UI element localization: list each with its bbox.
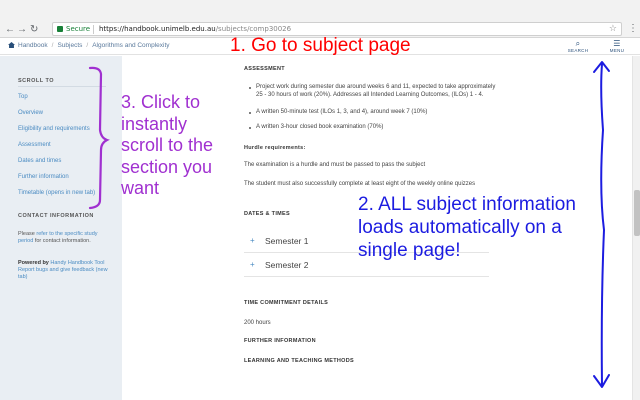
secure-label: Secure [66, 25, 91, 33]
expand-plus-icon: + [250, 260, 255, 269]
address-divider [93, 25, 94, 34]
assessment-item: A written 3-hour closed book examination… [249, 124, 502, 132]
home-icon[interactable] [8, 42, 15, 48]
powered-by-text: Powered by Handy Handbook Tool Report bug… [18, 260, 114, 281]
search-button[interactable]: ⌕ SEARCH [565, 39, 591, 54]
contact-post: for contact information. [33, 238, 91, 244]
dates-heading: DATES & TIMES [244, 211, 290, 217]
url-path: /subjects/comp30026 [215, 25, 292, 33]
menu-icon: ☰ [613, 39, 621, 48]
reload-icon[interactable]: ↻ [30, 25, 38, 35]
search-icon: ⌕ [575, 39, 581, 48]
further-info-heading: FURTHER INFORMATION [244, 338, 316, 344]
annotation-step-2: 2. ALL subject information loads automat… [358, 194, 576, 262]
powered-link[interactable]: Handy Handbook Tool [50, 260, 104, 266]
annotation-step-2-line: loads automatically on a [358, 216, 562, 238]
annotation-step-3-line: section you [121, 156, 213, 177]
breadcrumb-separator: / [51, 42, 54, 49]
expand-plus-icon: + [250, 236, 255, 245]
annotation-step-3-line: 3. Click to [121, 92, 201, 112]
annotation-step-2-line: single page! [358, 239, 461, 261]
contact-text: Please refer to the specific study perio… [18, 231, 114, 245]
breadcrumb-current: Algorithms and Complexity [92, 42, 170, 49]
browser-menu-icon[interactable]: ⋮ [628, 23, 638, 34]
sidebar-link-assessment[interactable]: Assessment [18, 142, 51, 148]
sidebar-link-top[interactable]: Top [18, 94, 28, 100]
learning-methods-heading: LEARNING AND TEACHING METHODS [244, 358, 354, 364]
menu-button[interactable]: ☰ MENU [604, 39, 630, 54]
menu-label: MENU [609, 48, 625, 53]
sidebar-link-dates[interactable]: Dates and times [18, 158, 61, 164]
assessment-item: A written 50-minute test (ILOs 1, 3, and… [249, 109, 502, 117]
browser-toolbar: ← → ↻ Secure https://handbook.unimelb.ed… [0, 0, 640, 38]
breadcrumb-separator: / [86, 42, 89, 49]
assessment-item: Project work during semester due around … [249, 84, 502, 99]
semester-label: Semester 2 [265, 260, 309, 270]
page-scrollbar[interactable] [632, 56, 640, 400]
powered-pre: Powered by [18, 260, 51, 266]
semester-label: Semester 1 [265, 236, 309, 246]
url-host: https://handbook.unimelb.edu.au [99, 25, 216, 33]
breadcrumb-subjects[interactable]: Subjects [57, 42, 82, 49]
sidebar-link-overview[interactable]: Overview [18, 110, 43, 116]
report-bugs-link[interactable]: Report bugs and give feedback (new tab) [18, 267, 108, 280]
bookmark-star-icon[interactable]: ☆ [609, 23, 617, 35]
lock-icon [57, 26, 63, 32]
sidebar-link-further-info[interactable]: Further information [18, 174, 69, 180]
back-icon[interactable]: ← [5, 25, 15, 35]
annotation-step-1: 1. Go to subject page [230, 35, 411, 56]
breadcrumb: Handbook / Subjects / Algorithms and Complex… [8, 42, 170, 49]
breadcrumb-handbook[interactable]: Handbook [18, 42, 48, 49]
annotation-step-2-line: 2. ALL subject information [358, 194, 576, 215]
scroll-to-title: SCROLL TO [18, 78, 55, 84]
annotation-step-3-line: scroll to the [121, 135, 214, 156]
time-commitment-value: 200 hours [244, 320, 271, 326]
annotation-step-3-line: instantly [121, 113, 188, 134]
annotation-step-3-line: want [121, 178, 160, 199]
scrollbar-thumb[interactable] [634, 190, 640, 236]
contact-pre: Please [18, 231, 37, 237]
sidebar-link-timetable[interactable]: Timetable (opens in new tab) [18, 190, 95, 196]
forward-icon[interactable]: → [17, 25, 27, 35]
annotation-step-3: 3. Click to instantly scroll to the sect… [121, 92, 213, 200]
hurdle-text: The student must also successfully compl… [244, 181, 476, 187]
hurdle-text: The examination is a hurdle and must be … [244, 162, 426, 168]
hurdle-heading: Hurdle requirements: [244, 145, 306, 151]
address-bar[interactable]: Secure https://handbook.unimelb.edu.au/s… [52, 22, 622, 36]
time-commitment-heading: TIME COMMITMENT DETAILS [244, 300, 329, 306]
sidebar-link-eligibility[interactable]: Eligibility and requirements [18, 126, 90, 132]
url-text[interactable]: https://handbook.unimelb.edu.au/subjects… [99, 23, 291, 35]
contact-title: CONTACT INFORMATION [18, 213, 94, 219]
sidebar-divider [18, 86, 106, 87]
assessment-heading: ASSESSMENT [244, 66, 285, 72]
sidebar: SCROLL TO Top Overview Eligibility and r… [0, 56, 122, 400]
search-label: SEARCH [567, 48, 589, 53]
